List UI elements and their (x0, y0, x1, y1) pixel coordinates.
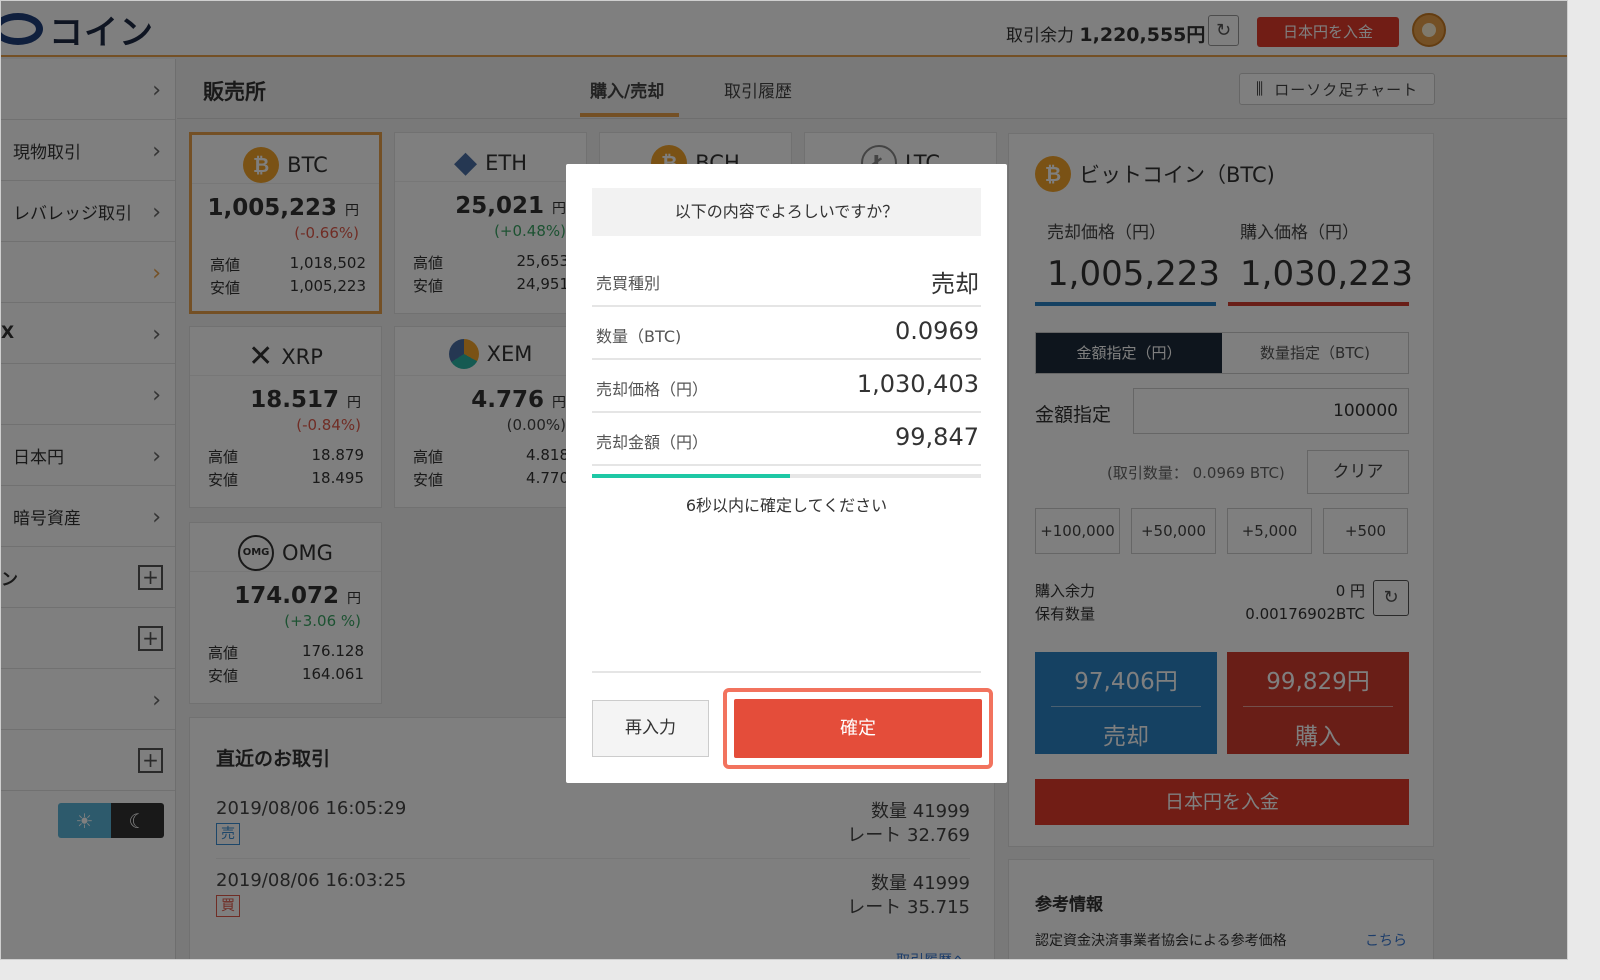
confirm-row-trade-type: 売買種別 売却 (592, 254, 981, 307)
confirm-row-value: 99,847 (895, 423, 979, 451)
confirm-button[interactable]: 確定 (734, 699, 982, 758)
reenter-button[interactable]: 再入力 (592, 700, 709, 757)
confirm-row-label: 売却金額（円） (596, 433, 709, 452)
confirm-row-value: 1,030,403 (856, 370, 979, 398)
countdown-progress-fill (592, 474, 791, 478)
confirm-question: 以下の内容でよろしいですか？ (592, 188, 981, 236)
confirm-row-value: 0.0969 (895, 317, 979, 345)
confirm-row-price: 売却価格（円） 1,030,403 (592, 360, 981, 413)
countdown-text: 6秒以内に確定してください (685, 496, 888, 515)
countdown-progress-bar (592, 474, 981, 478)
confirm-row-label: 売買種別 (596, 274, 661, 293)
confirm-row-label: 数量（BTC) (596, 327, 682, 346)
confirm-row-amount: 売却金額（円） 99,847 (592, 413, 981, 466)
confirm-row-label: 売却価格（円） (596, 380, 709, 399)
confirm-row-quantity: 数量（BTC) 0.0969 (592, 307, 981, 360)
confirm-button-highlight: 確定 (723, 688, 993, 769)
app-window: コイン 取引余力 1,220,555円 ↻ 日本円を入金 › 現物取引› レバレ… (0, 0, 1568, 960)
confirm-dialog: 以下の内容でよろしいですか？ 売買種別 売却 数量（BTC) 0.0969 売却… (566, 164, 1007, 783)
confirm-row-value: 売却 (931, 270, 979, 298)
divider (592, 671, 981, 673)
